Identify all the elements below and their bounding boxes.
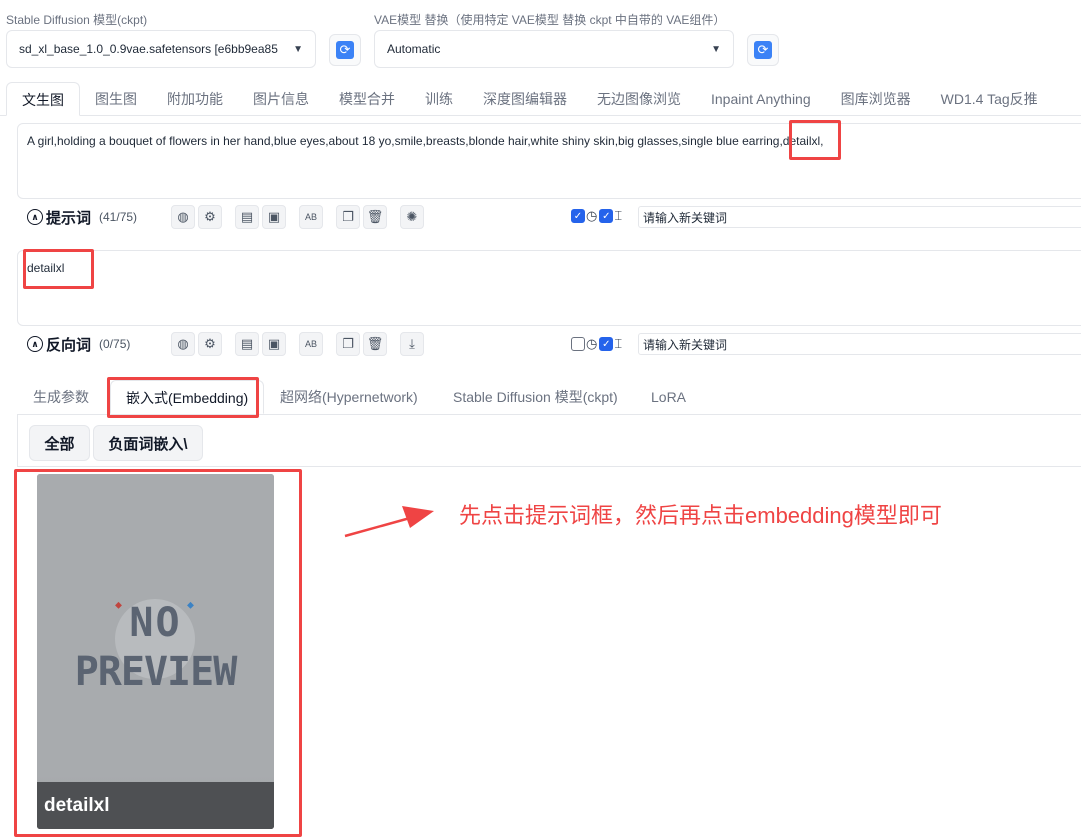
toolbar-group-4: ❐ 🗑 [336,205,390,229]
bookmark-icon[interactable]: ▣ [262,205,286,229]
tab-png-info[interactable]: 图片信息 [238,82,324,116]
embedding-card-highlight-box [14,469,302,837]
model-refresh-button[interactable]: ⟳ [329,34,361,66]
toolbar-group-5: ✺ [400,205,427,229]
trash-icon[interactable]: 🗑 [363,205,387,229]
collapse-icon: ∧ [27,209,43,225]
gear-icon[interactable]: ⚙ [198,205,222,229]
negative-textarea[interactable]: detailxl [17,250,1081,326]
checkbox-checked[interactable]: ✓ [599,337,614,351]
gear-icon[interactable]: ⚙ [198,332,222,356]
copy-icon[interactable]: ❐ [336,332,360,356]
tab-depth-editor[interactable]: 深度图编辑器 [468,82,582,116]
subtab-hypernetwork[interactable]: 超网络(Hypernetwork) [265,380,433,414]
negative-options: ◷ ✓ ⌶ [571,336,624,352]
annotation-arrow-icon [344,506,434,538]
cursor-icon: ⌶ [614,336,623,351]
neg-toolbar-group-1: ◍ ⚙ [171,332,225,356]
negative-keyword-input[interactable]: 请输入新关键词 [638,333,1081,355]
filter-negative-embed-button[interactable]: 负面词嵌入\ [93,425,203,461]
tab-extras[interactable]: 附加功能 [152,82,238,116]
tab-train[interactable]: 训练 [410,82,468,116]
tab-txt2img[interactable]: 文生图 [6,82,80,116]
prompt-text: A girl,holding a bouquet of flowers in h… [27,134,783,148]
subtab-checkpoint[interactable]: Stable Diffusion 模型(ckpt) [438,380,633,414]
negative-count: (0/75) [99,337,131,351]
negative-title: 反向词 [46,336,92,354]
history-icon[interactable]: ▤ [235,205,259,229]
tab-wd14-tagger[interactable]: WD1.4 Tag反推 [926,82,1053,116]
embedding-tab-highlight-box [107,377,259,418]
toolbar-group-3: AB [299,205,326,229]
prompt-title: 提示词 [46,209,92,227]
subtab-lora[interactable]: LoRA [636,380,701,414]
chevron-down-icon: ▼ [293,43,303,55]
tab-infinite-browser[interactable]: 无边图像浏览 [582,82,696,116]
globe-icon[interactable]: ◍ [171,332,195,356]
model-value: sd_xl_base_1.0_0.9vae.safetensors [e6bb9… [19,42,278,56]
checkbox-checked[interactable]: ✓ [599,209,614,223]
globe-icon[interactable]: ◍ [171,205,195,229]
refresh-icon: ⟳ [336,41,354,59]
download-icon[interactable]: ⤓ [400,332,424,356]
main-tabs: 文生图 图生图 附加功能 图片信息 模型合并 训练 深度图编辑器 无边图像浏览 … [6,82,1053,116]
neg-toolbar-group-4: ❐ 🗑 [336,332,390,356]
bookmark-icon[interactable]: ▣ [262,332,286,356]
cursor-icon: ⌶ [614,208,623,223]
tab-gallery-browser[interactable]: 图库浏览器 [826,82,926,116]
model-label: Stable Diffusion 模型(ckpt) [6,13,148,27]
chevron-down-icon: ▼ [711,43,721,55]
prompt-options: ✓ ◷ ✓ ⌶ [571,208,624,224]
copy-icon[interactable]: ❐ [336,205,360,229]
prompt-toolbar: ∧ 提示词 (41/75) ◍ ⚙ ▤ ▣ AB ❐ 🗑 ✺ [27,204,437,230]
checkbox-unchecked[interactable] [571,337,585,351]
openai-icon[interactable]: ✺ [400,205,424,229]
vae-dropdown[interactable]: Automatic ▼ [374,30,734,68]
vae-value: Automatic [387,42,441,56]
model-dropdown[interactable]: sd_xl_base_1.0_0.9vae.safetensors [e6bb9… [6,30,316,68]
refresh-icon: ⟳ [754,41,772,59]
collapse-icon: ∧ [27,336,43,352]
negative-highlight-box [23,249,94,289]
history-icon[interactable]: ▤ [235,332,259,356]
vae-refresh-button[interactable]: ⟳ [747,34,779,66]
neg-toolbar-group-3: AB [299,332,326,356]
prompt-highlight-box [789,120,841,160]
negative-toolbar: ∧ 反向词 (0/75) ◍ ⚙ ▤ ▣ AB ❐ 🗑 ⤓ [27,331,437,357]
prompt-header[interactable]: ∧ 提示词 (41/75) [27,207,171,228]
translate-icon[interactable]: AB [299,205,323,229]
subtab-generation-params[interactable]: 生成参数 [18,380,104,414]
clock-icon: ◷ [586,208,598,223]
neg-toolbar-group-5: ⤓ [400,332,427,356]
prompt-textarea[interactable]: A girl,holding a bouquet of flowers in h… [17,123,1081,199]
trash-icon[interactable]: 🗑 [363,332,387,356]
prompt-keyword-input[interactable]: 请输入新关键词 [638,206,1081,228]
translate-icon[interactable]: AB [299,332,323,356]
neg-toolbar-group-2: ▤ ▣ [235,332,289,356]
prompt-count: (41/75) [99,210,138,224]
annotation-text: 先点击提示词框，然后再点击embedding模型即可 [459,503,942,528]
checkbox-checked[interactable]: ✓ [571,209,585,223]
negative-header[interactable]: ∧ 反向词 (0/75) [27,334,171,355]
vae-label: VAE模型 替换（使用特定 VAE模型 替换 ckpt 中自带的 VAE组件） [374,13,726,27]
tab-checkpoint-merger[interactable]: 模型合并 [324,82,410,116]
toolbar-group-1: ◍ ⚙ [171,205,225,229]
filter-all-button[interactable]: 全部 [29,425,90,461]
toolbar-group-2: ▤ ▣ [235,205,289,229]
cards-divider [17,466,1081,467]
clock-icon: ◷ [586,336,598,351]
tab-img2img[interactable]: 图生图 [80,82,152,116]
tab-inpaint-anything[interactable]: Inpaint Anything [696,82,826,116]
